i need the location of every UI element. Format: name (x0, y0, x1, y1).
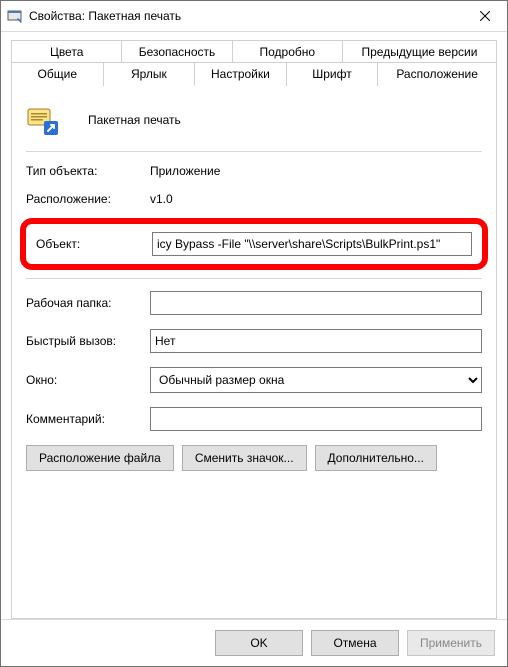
tab-details[interactable]: Подробно (233, 40, 343, 63)
dialog-body: Цвета Безопасность Подробно Предыдущие в… (1, 32, 507, 619)
row-target: Объект: (36, 232, 472, 256)
shortcut-icon (26, 103, 60, 137)
window-icon (7, 8, 23, 24)
tab-security[interactable]: Безопасность (122, 40, 232, 63)
value-target-type: Приложение (150, 164, 220, 178)
label-target-type: Тип объекта: (26, 164, 150, 178)
shortcut-button-row: Расположение файла Сменить значок... Доп… (26, 445, 482, 471)
properties-dialog: Свойства: Пакетная печать Цвета Безопасн… (0, 0, 508, 667)
row-run: Окно: Обычный размер окна (26, 367, 482, 393)
tab-previous-versions[interactable]: Предыдущие версии (343, 40, 497, 63)
advanced-button[interactable]: Дополнительно... (315, 445, 437, 471)
open-file-location-button[interactable]: Расположение файла (26, 445, 174, 471)
highlight-target-row: Объект: (20, 218, 488, 270)
label-target-location: Расположение: (26, 192, 150, 206)
select-run[interactable]: Обычный размер окна (150, 367, 482, 393)
tab-settings[interactable]: Настройки (195, 62, 287, 86)
input-hotkey[interactable] (150, 329, 482, 353)
shortcut-header: Пакетная печать (26, 99, 482, 151)
label-hotkey: Быстрый вызов: (26, 334, 150, 348)
row-target-type: Тип объекта: Приложение (26, 164, 482, 178)
tab-general[interactable]: Общие (11, 62, 104, 86)
tab-colors[interactable]: Цвета (11, 40, 122, 63)
input-comment[interactable] (150, 407, 482, 431)
change-icon-button[interactable]: Сменить значок... (182, 445, 307, 471)
close-icon (480, 11, 490, 21)
dialog-footer: OK Отмена Применить (1, 619, 507, 666)
tab-font[interactable]: Шрифт (287, 62, 379, 86)
tab-row-lower: Общие Ярлык Настройки Шрифт Расположение (11, 62, 497, 86)
cancel-button[interactable]: Отмена (311, 630, 399, 656)
separator (26, 151, 482, 152)
tab-strip: Цвета Безопасность Подробно Предыдущие в… (11, 40, 497, 86)
row-hotkey: Быстрый вызов: (26, 329, 482, 353)
tab-layout[interactable]: Расположение (378, 62, 497, 86)
tab-row-upper: Цвета Безопасность Подробно Предыдущие в… (11, 40, 497, 63)
row-start-in: Рабочая папка: (26, 291, 482, 315)
input-start-in[interactable] (150, 291, 482, 315)
label-comment: Комментарий: (26, 412, 150, 426)
tab-shortcut[interactable]: Ярлык (104, 62, 196, 86)
row-comment: Комментарий: (26, 407, 482, 431)
titlebar: Свойства: Пакетная печать (1, 1, 507, 32)
window-close-button[interactable] (462, 2, 507, 31)
label-target: Объект: (36, 237, 152, 251)
value-target-location: v1.0 (150, 192, 173, 206)
row-target-location: Расположение: v1.0 (26, 192, 482, 206)
label-start-in: Рабочая папка: (26, 296, 150, 310)
ok-button[interactable]: OK (215, 630, 303, 656)
tab-pane-shortcut: Пакетная печать Тип объекта: Приложение … (11, 85, 497, 619)
apply-button[interactable]: Применить (407, 630, 495, 656)
label-run: Окно: (26, 373, 150, 387)
input-target[interactable] (152, 232, 472, 256)
separator (26, 278, 482, 279)
window-title: Свойства: Пакетная печать (29, 9, 462, 23)
shortcut-name: Пакетная печать (88, 113, 181, 127)
